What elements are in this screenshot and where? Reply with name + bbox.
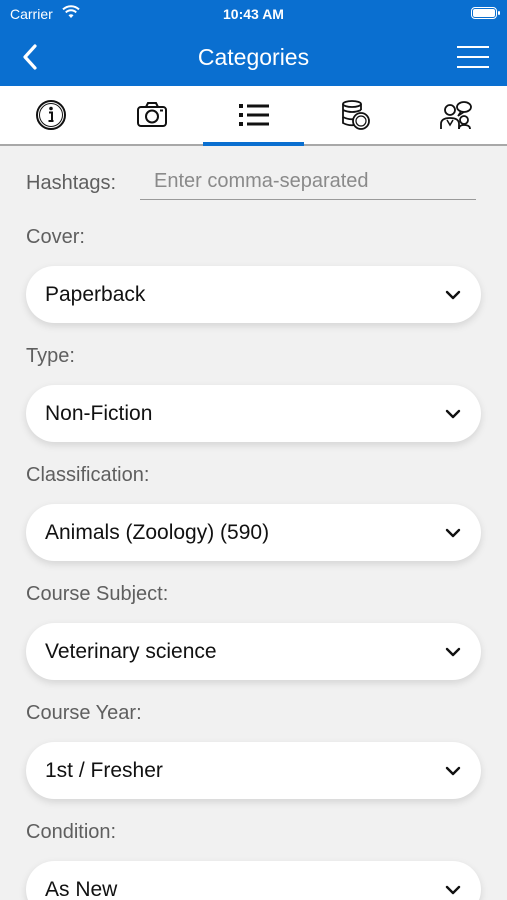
course-year-select[interactable]: 1st / Fresher [26, 742, 481, 799]
type-select[interactable]: Non-Fiction [26, 385, 481, 442]
course-subject-label: Course Subject: [26, 583, 169, 605]
hashtags-label: Hashtags: [26, 172, 117, 194]
chevron-down-icon [445, 290, 461, 300]
hashtags-input[interactable] [140, 164, 476, 200]
list-icon [238, 104, 269, 126]
chevron-down-icon [445, 528, 461, 538]
status-time: 10:43 AM [223, 6, 284, 22]
hamburger-menu-icon[interactable] [457, 45, 489, 69]
cover-select[interactable]: Paperback [26, 266, 481, 323]
tab-pricing[interactable] [304, 86, 405, 144]
chevron-down-icon [445, 647, 461, 657]
classification-value: Animals (Zoology) (590) [45, 521, 270, 544]
navigation-bar: Categories [0, 28, 507, 86]
condition-value: As New [45, 878, 118, 900]
tab-contacts[interactable] [405, 86, 506, 144]
section-tab-bar [0, 86, 507, 146]
course-subject-select[interactable]: Veterinary science [26, 623, 481, 680]
classification-label: Classification: [26, 464, 150, 486]
tab-photos[interactable] [101, 86, 202, 144]
course-year-label: Course Year: [26, 702, 142, 724]
chevron-down-icon [445, 885, 461, 895]
condition-label: Condition: [26, 821, 117, 843]
condition-select[interactable]: As New [26, 861, 481, 900]
status-bar: Carrier 10:43 AM [0, 0, 507, 28]
tab-info[interactable] [0, 86, 101, 144]
camera-icon [136, 102, 167, 127]
course-subject-value: Veterinary science [45, 640, 217, 663]
chevron-down-icon [445, 766, 461, 776]
chevron-down-icon [445, 409, 461, 419]
cover-label: Cover: [26, 226, 85, 248]
tab-categories[interactable] [203, 86, 304, 146]
battery-icon [471, 7, 500, 19]
classification-select[interactable]: Animals (Zoology) (590) [26, 504, 481, 561]
type-label: Type: [26, 345, 75, 367]
info-icon [35, 100, 66, 130]
course-year-value: 1st / Fresher [45, 759, 163, 782]
coins-icon [341, 100, 370, 130]
type-value: Non-Fiction [45, 402, 153, 425]
people-icon [439, 101, 472, 130]
cover-value: Paperback [45, 283, 146, 306]
page-title: Categories [197, 44, 310, 70]
